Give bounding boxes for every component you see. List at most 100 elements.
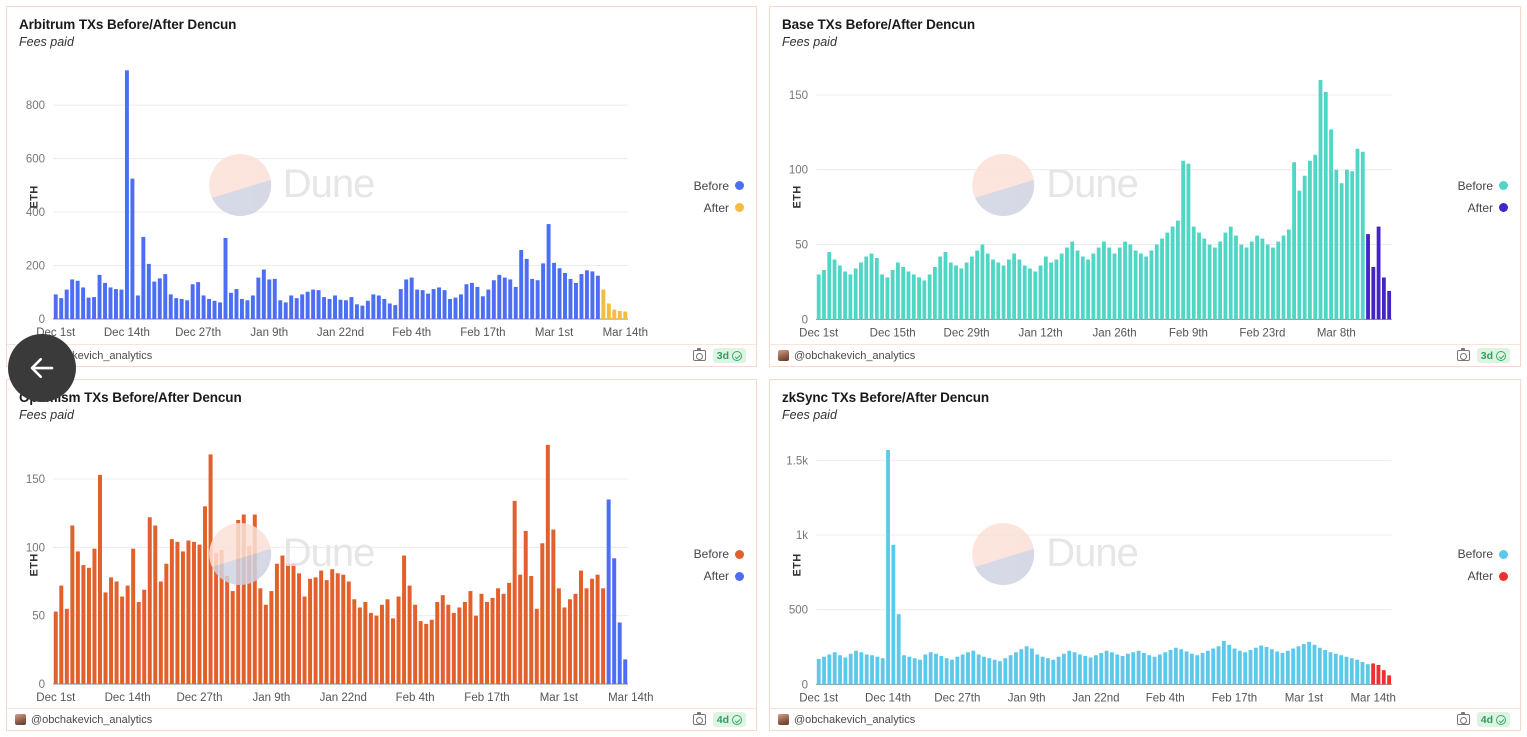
bar: [419, 621, 423, 684]
bar: [256, 278, 260, 319]
x-tick-label: Jan 22nd: [320, 692, 367, 704]
bar: [1265, 647, 1269, 684]
camera-icon[interactable]: [693, 714, 706, 725]
bar: [933, 267, 937, 319]
legend-item-before[interactable]: Before: [694, 179, 744, 193]
bar: [325, 580, 329, 684]
bar: [1361, 152, 1365, 320]
freshness-label: 3d: [717, 350, 729, 362]
bar: [202, 295, 206, 319]
x-tick-label: Feb 17th: [464, 692, 509, 704]
y-tick-label: 0: [802, 314, 808, 326]
bar: [917, 277, 921, 319]
legend-item-after[interactable]: After: [704, 201, 744, 215]
legend-label: After: [704, 569, 729, 583]
bar: [601, 588, 605, 684]
x-tick-label: Mar 14th: [1350, 692, 1395, 704]
bar: [1303, 176, 1307, 320]
x-tick-label: Jan 22nd: [1072, 692, 1119, 704]
x-tick-label: Jan 22nd: [317, 327, 364, 339]
chart-card-optimism: Optimism TXs Before/After DencunFees pai…: [6, 379, 757, 731]
bar: [464, 284, 468, 319]
bar: [104, 592, 108, 684]
bar: [1329, 652, 1333, 684]
bar: [408, 586, 412, 684]
legend-item-after[interactable]: After: [1468, 569, 1508, 583]
bar: [1002, 265, 1006, 319]
bar: [185, 300, 189, 319]
bar: [314, 577, 318, 684]
bar: [618, 311, 622, 319]
author-block[interactable]: @obchakevich_analytics: [778, 350, 915, 362]
bar: [568, 599, 572, 684]
bar: [945, 658, 949, 684]
bar: [1313, 645, 1317, 685]
legend-color-dot: [735, 572, 744, 581]
legend-item-after[interactable]: After: [704, 569, 744, 583]
bar: [234, 289, 238, 319]
camera-icon[interactable]: [693, 350, 706, 361]
bar: [377, 295, 381, 319]
bar: [366, 301, 370, 319]
bar: [838, 655, 842, 684]
legend-color-dot: [735, 181, 744, 190]
x-tick-label: Mar 1st: [1285, 692, 1324, 704]
bar: [65, 609, 69, 684]
bar: [203, 506, 207, 684]
bar: [391, 618, 395, 684]
bar: [220, 550, 224, 684]
chart-title: Arbitrum TXs Before/After Dencun: [19, 17, 756, 32]
bar: [1062, 654, 1066, 685]
y-tick-label: 150: [26, 474, 45, 486]
legend-item-before[interactable]: Before: [694, 547, 744, 561]
bar: [1142, 653, 1146, 684]
legend-color-dot: [1499, 572, 1508, 581]
legend-item-before[interactable]: Before: [1458, 179, 1508, 193]
bar: [518, 575, 522, 684]
bar: [1387, 291, 1391, 319]
bar: [410, 278, 414, 319]
bar: [415, 290, 419, 319]
author-handle[interactable]: @obchakevich_analytics: [31, 714, 152, 726]
bar: [557, 588, 561, 684]
camera-icon[interactable]: [1457, 350, 1470, 361]
author-handle[interactable]: @obchakevich_analytics: [794, 350, 915, 362]
chart-card-arbitrum: Arbitrum TXs Before/After DencunFees pai…: [6, 6, 757, 367]
bar: [1179, 649, 1183, 684]
author-handle[interactable]: @obchakevich_analytics: [794, 714, 915, 726]
legend-item-before[interactable]: Before: [1458, 547, 1508, 561]
author-block[interactable]: @obchakevich_analytics: [15, 714, 152, 726]
author-block[interactable]: @obchakevich_analytics: [778, 714, 915, 726]
x-tick-label: Mar 1st: [535, 327, 574, 339]
bar: [229, 293, 233, 319]
chart-header: Optimism TXs Before/After DencunFees pai…: [7, 380, 756, 422]
bar: [970, 257, 974, 320]
bar: [1217, 646, 1221, 684]
back-button[interactable]: [8, 334, 76, 402]
bar: [1286, 651, 1290, 685]
footer-actions: 3d: [1457, 348, 1510, 363]
bar: [142, 590, 146, 684]
bar: [1134, 251, 1138, 320]
chart-card-zksync: zkSync TXs Before/After DencunFees paid0…: [769, 379, 1521, 731]
bar: [147, 264, 151, 319]
plot-area: 050100150Dec 1stDec 15thDec 29thJan 12th…: [770, 49, 1520, 344]
bar: [164, 564, 168, 684]
bar: [1014, 652, 1018, 684]
bar: [529, 576, 533, 684]
bar: [59, 586, 63, 684]
bar: [341, 575, 345, 684]
bar: [558, 268, 562, 319]
bar: [319, 571, 323, 684]
legend-item-after[interactable]: After: [1468, 201, 1508, 215]
bar: [590, 271, 594, 319]
bar: [959, 268, 963, 319]
camera-icon[interactable]: [1457, 714, 1470, 725]
bar: [152, 282, 156, 319]
bar: [1255, 236, 1259, 320]
bar: [1334, 170, 1338, 320]
bar: [859, 652, 863, 684]
bar: [306, 292, 310, 319]
bar: [336, 573, 340, 684]
bar: [1185, 651, 1189, 684]
